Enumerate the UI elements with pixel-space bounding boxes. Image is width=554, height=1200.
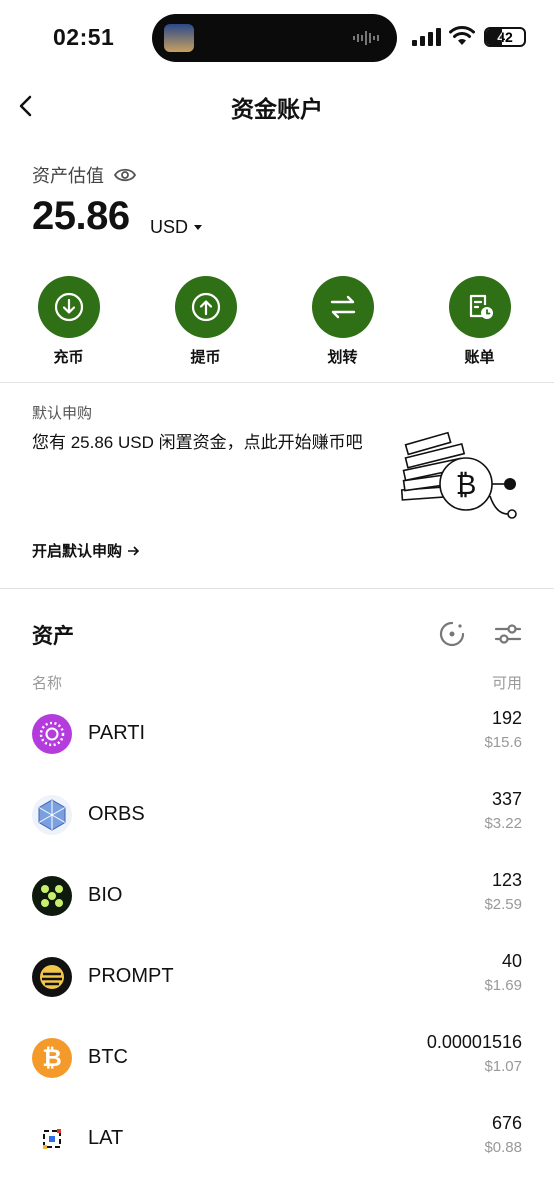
orbs-icon (32, 795, 72, 835)
asset-usd-value: $2.59 (484, 896, 522, 913)
asset-name: PARTI (88, 722, 146, 744)
bill-label: 账单 (464, 349, 495, 366)
currency-label: USD (150, 217, 189, 237)
currency-selector[interactable]: USD (150, 217, 203, 238)
asset-row-lat[interactable]: LAT 676 $0.88 (0, 1101, 554, 1181)
bio-icon (32, 876, 72, 916)
transfer-icon (330, 295, 355, 319)
battery-percent: 42 (497, 29, 513, 45)
assets-title: 资产 (32, 625, 74, 648)
asset-estimate-label: 资产估值 (32, 162, 136, 188)
asset-usd-value: $3.22 (484, 815, 522, 832)
bitcoin-coins-illustration: ₿ (400, 431, 517, 519)
asset-usd-value: $1.07 (484, 1058, 522, 1075)
wifi-icon (449, 26, 475, 45)
now-playing-thumbnail (164, 24, 194, 52)
lat-icon (32, 1119, 72, 1159)
asset-amount: 25.86 (32, 194, 130, 238)
status-bar: 02:51 42 (0, 0, 554, 78)
withdraw-label: 提币 (190, 349, 221, 366)
asset-row-orbs[interactable]: ORBS 337 $3.22 (0, 777, 554, 857)
withdraw-button[interactable]: 提币 (137, 276, 274, 367)
asset-row-parti[interactable]: PARTI 192 $15.6 (0, 696, 554, 776)
prompt-icon (32, 957, 72, 997)
cellular-signal-icon (412, 28, 441, 46)
withdraw-icon (191, 292, 220, 322)
page-title: 资金账户 (231, 96, 323, 122)
transfer-button[interactable]: 划转 (274, 276, 411, 367)
quick-actions: 充币 提币 划转 账单 (0, 276, 554, 367)
battery-indicator: 42 (484, 27, 526, 47)
asset-row-prompt[interactable]: PROMPT 40 $1.69 (0, 939, 554, 1019)
asset-name: LAT (88, 1127, 124, 1149)
caret-down-icon (194, 224, 203, 230)
parti-icon (32, 714, 72, 754)
asset-amount-available: 123 (491, 870, 522, 890)
asset-name: BIO (88, 884, 123, 906)
arrow-right-icon (128, 545, 140, 556)
asset-amount-available: 40 (501, 951, 522, 971)
column-header-name: 名称 (32, 675, 63, 692)
subscribe-text[interactable]: 您有 25.86 USD 闲置资金，点此开始赚币吧 (32, 431, 372, 455)
bill-button[interactable]: 账单 (411, 276, 548, 367)
asset-amount-available: 192 (491, 708, 522, 728)
deposit-button[interactable]: 充币 (0, 276, 137, 367)
audio-wave-icon (353, 31, 379, 45)
svg-text:₿: ₿ (456, 469, 477, 500)
status-time: 02:51 (53, 24, 115, 50)
bitcoin-icon: ₿ (32, 1038, 72, 1078)
deposit-label: 充币 (53, 349, 84, 366)
subscribe-label: 默认申购 (32, 405, 93, 422)
asset-name: PROMPT (88, 965, 174, 987)
asset-row-bio[interactable]: BIO 123 $2.59 (0, 858, 554, 938)
asset-name: ORBS (88, 803, 145, 825)
bill-icon (469, 294, 493, 319)
transfer-circle (311, 276, 374, 338)
enable-subscribe-label: 开启默认申购 (32, 543, 123, 560)
asset-amount-available: 337 (491, 789, 522, 809)
assets-toolbar (438, 620, 522, 648)
transfer-label: 划转 (327, 349, 358, 366)
dynamic-island (152, 14, 397, 62)
asset-name: BTC (88, 1046, 128, 1068)
withdraw-circle (174, 276, 237, 338)
asset-row-btc[interactable]: ₿ BTC 0.00001516 $1.07 (0, 1020, 554, 1100)
eye-icon[interactable] (114, 167, 136, 183)
asset-amount-available: 676 (491, 1113, 522, 1133)
asset-amount-available: 0.00001516 (426, 1032, 522, 1052)
nav-header: 资金账户 (0, 78, 554, 134)
column-header-available: 可用 (491, 675, 522, 692)
loading-spinner-icon[interactable] (438, 620, 466, 648)
asset-usd-value: $1.69 (484, 977, 522, 994)
bill-circle (448, 276, 511, 338)
deposit-circle (37, 276, 100, 338)
filter-sliders-icon[interactable] (494, 620, 522, 648)
asset-usd-value: $15.6 (484, 734, 522, 751)
deposit-icon (54, 292, 83, 322)
section-divider-2 (0, 588, 554, 589)
enable-subscribe-link[interactable]: 开启默认申购 (32, 540, 140, 561)
section-divider (0, 382, 554, 383)
asset-estimate-text: 资产估值 (32, 166, 104, 186)
asset-usd-value: $0.88 (484, 1139, 522, 1156)
